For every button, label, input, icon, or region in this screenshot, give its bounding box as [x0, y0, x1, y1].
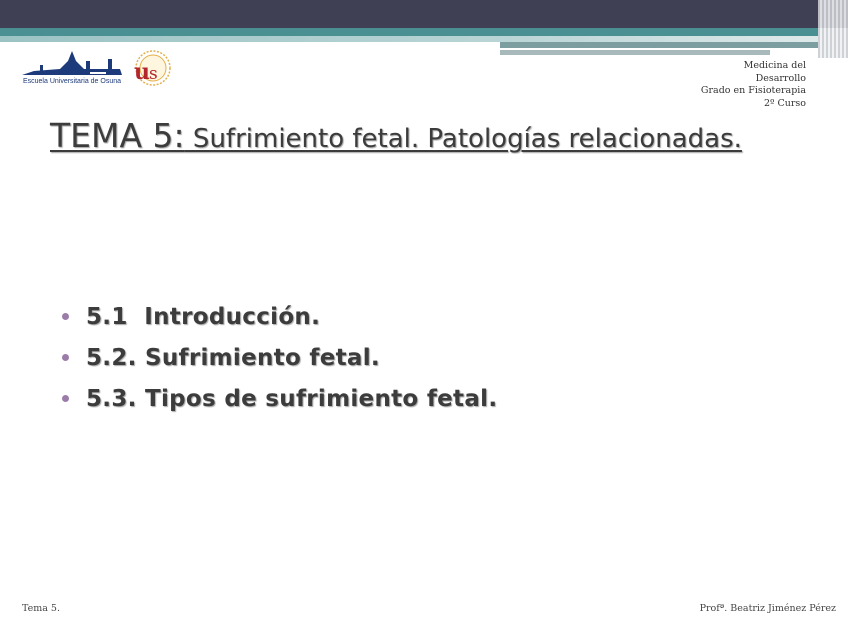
bullet-icon: [62, 354, 69, 361]
decorative-line: [500, 50, 770, 55]
bullet-text: 5.3. Tipos de sufrimiento fetal.: [86, 385, 498, 412]
bullet-list: 5.1 Introducción. 5.2. Sufrimiento fetal…: [62, 296, 497, 419]
slide-title: TEMA 5: Sufrimiento fetal. Patologías re…: [50, 115, 770, 163]
course-line: Grado en Fisioterapia: [700, 85, 806, 96]
top-bar: [0, 0, 848, 28]
course-line: 2º Curso: [763, 97, 806, 109]
escuela-logo-caption: Escuela Universitaria de Osuna: [22, 78, 122, 85]
footer-topic: Tema 5.: [22, 603, 60, 614]
seal-icon: u s: [134, 50, 171, 86]
course-info: Medicina del Desarrollo Grado en Fisiote…: [701, 60, 806, 110]
title-text: Sufrimiento fetal. Patologías relacionad…: [184, 124, 742, 154]
university-seal-logo: u s: [128, 47, 174, 89]
course-line: Desarrollo: [755, 72, 806, 84]
list-item: 5.2. Sufrimiento fetal.: [62, 337, 497, 378]
bullet-icon: [62, 313, 69, 320]
teal-band: [0, 28, 818, 36]
bullet-icon: [62, 395, 69, 402]
escuela-logo: Escuela Universitaria de Osuna: [20, 47, 124, 89]
course-line: Medicina del: [743, 60, 806, 71]
title-prefix: TEMA 5:: [50, 116, 185, 155]
footer-author: Profª. Beatriz Jiménez Pérez: [699, 603, 836, 614]
bullet-text: 5.1 Introducción.: [86, 303, 321, 330]
bullet-text: 5.2. Sufrimiento fetal.: [86, 344, 380, 371]
svg-text:s: s: [149, 64, 158, 84]
building-icon: [22, 51, 122, 75]
corner-stripes: [818, 0, 848, 58]
list-item: 5.1 Introducción.: [62, 296, 497, 337]
svg-text:u: u: [134, 59, 150, 85]
list-item: 5.3. Tipos de sufrimiento fetal.: [62, 378, 497, 419]
decorative-line: [500, 42, 818, 48]
